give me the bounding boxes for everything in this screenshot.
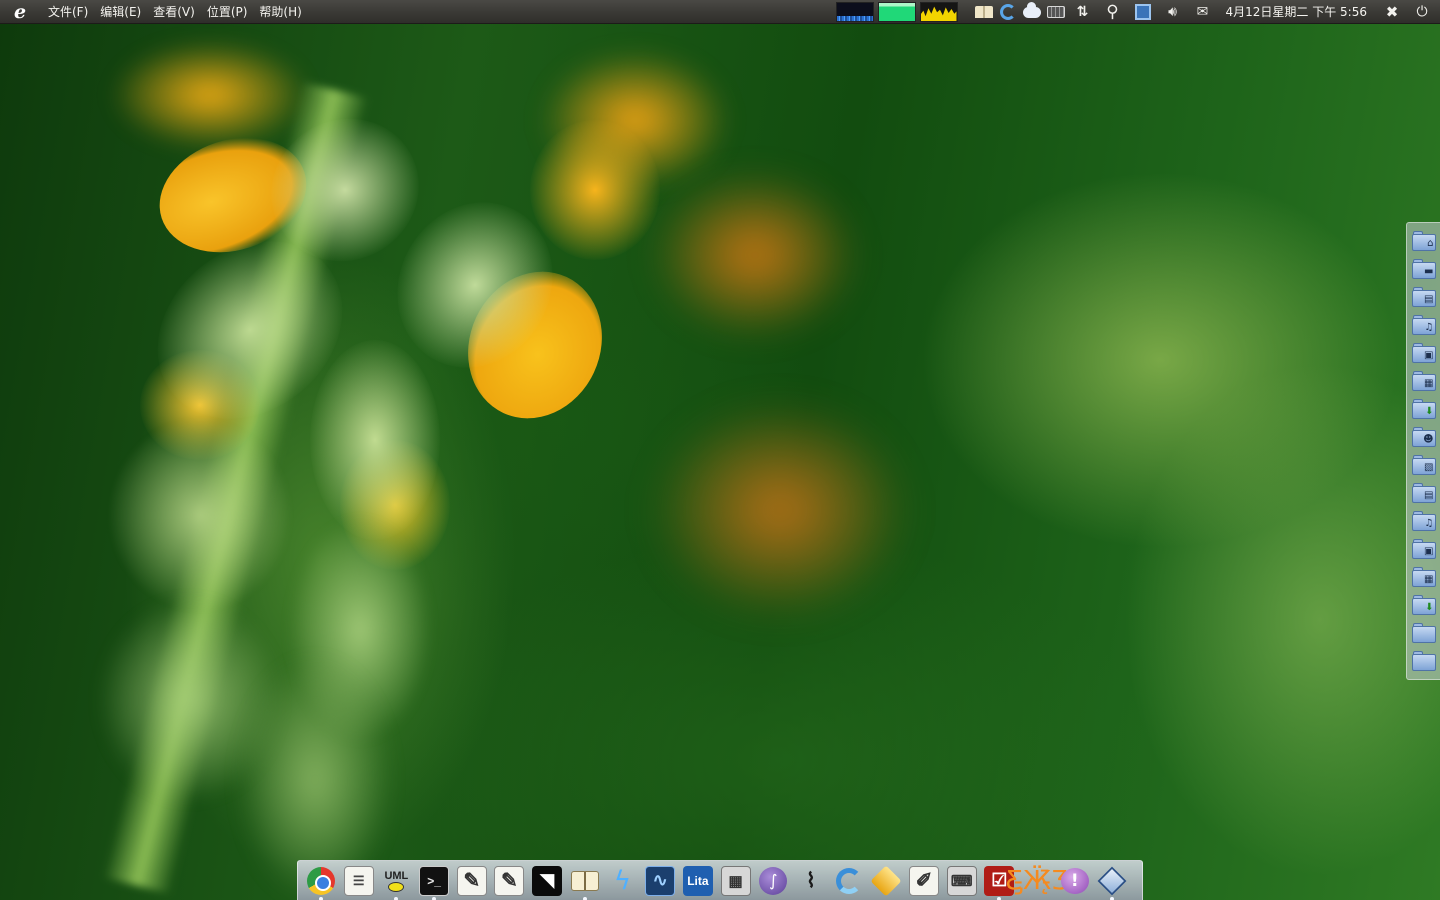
uml-label: UML (384, 869, 409, 882)
network-graph-icon[interactable] (919, 2, 958, 22)
keyboard-icon[interactable] (1045, 0, 1067, 24)
gold-app-icon[interactable] (869, 864, 903, 898)
flower-bud (650, 170, 860, 340)
cloud-icon[interactable] (1021, 0, 1043, 24)
folder-icon[interactable] (1411, 651, 1436, 671)
menu-edit[interactable]: 编辑(E) (94, 0, 147, 24)
running-indicator (432, 896, 437, 900)
oscilloscope-icon[interactable]: ∿ (643, 864, 677, 898)
downloads-folder-icon[interactable]: ⬇ (1411, 595, 1436, 615)
session-icon[interactable]: ✖ (1378, 0, 1406, 24)
chat-icon[interactable]: ! (1058, 864, 1092, 898)
dictionary-icon[interactable] (568, 864, 602, 900)
menu-help[interactable]: 帮助(H) (253, 0, 307, 24)
videos-folder-icon[interactable]: ▦ (1411, 371, 1436, 391)
plotter-icon[interactable]: ⌇ (794, 864, 828, 898)
network-arrows-icon[interactable]: ⇅ (1069, 0, 1097, 24)
butterfly-icon[interactable]: Ƹ̵̡Ӝ̵̨̄Ʒ (1006, 864, 1069, 898)
menu-file[interactable]: 文件(F) (42, 0, 94, 24)
flower-bud-body (310, 340, 440, 540)
memory-graph-icon[interactable] (877, 2, 916, 22)
terminal-icon[interactable]: >_ (417, 864, 451, 900)
flower-bud (110, 40, 310, 150)
running-indicator (394, 896, 399, 900)
network-tool-icon[interactable]: ⌨ (945, 864, 979, 898)
menu-view[interactable]: 查看(V) (147, 0, 201, 24)
running-indicator (582, 896, 587, 900)
pictures-folder-icon[interactable]: ▣ (1411, 539, 1436, 559)
vm-icon[interactable] (1129, 0, 1157, 24)
document-editor-icon[interactable]: ✐ (907, 864, 941, 898)
app-menu-logo-icon[interactable]: e (8, 0, 32, 24)
virtualbox-icon[interactable] (1095, 864, 1129, 900)
home-folder-icon[interactable]: ⌂ (1411, 231, 1436, 251)
flower-bud-body (110, 420, 290, 610)
places-shelf: ⌂ ▬ ▤ ♫ ▣ ▦ ⬇ ☻ ▧ ▤ ♫ ▣ ▦ ⬇ (1406, 222, 1440, 680)
chrome-icon[interactable] (304, 864, 338, 900)
flower-bud (530, 120, 660, 260)
inkscape-icon[interactable]: ◥ (530, 864, 564, 898)
power-icon[interactable]: ⏻ (1408, 0, 1436, 24)
lita-icon[interactable]: Lita (681, 864, 715, 898)
pictures-folder-icon[interactable]: ▣ (1411, 343, 1436, 363)
text-editor-2-icon[interactable]: ✎ (492, 864, 526, 898)
dock: ☰ UML >_ ✎ ✎ ◥ ϟ ∿ Lita ▦ ∫ ⌇ ✐ ⌨ ☑ Ƹ̵̡Ӝ… (297, 860, 1143, 900)
running-indicator (1110, 896, 1115, 900)
accessibility-icon[interactable]: ⚲ (1099, 0, 1127, 24)
videos-folder-icon[interactable]: ▦ (1411, 567, 1436, 587)
running-indicator (997, 896, 1002, 900)
top-panel: e 文件(F) 编辑(E) 查看(V) 位置(P) 帮助(H) ⇅ ⚲ 🔊︎ ✉… (0, 0, 1440, 24)
menu-places[interactable]: 位置(P) (201, 0, 254, 24)
volume-icon[interactable]: 🔊︎ (1159, 0, 1187, 24)
desktop-wallpaper (0, 0, 1440, 900)
templates-folder-icon[interactable]: ▧ (1411, 455, 1436, 475)
swirl-app-icon[interactable] (832, 864, 866, 898)
system-tray: ⇅ ⚲ 🔊︎ ✉ 4月12日星期二 下午 5:56 ✖ ⏻ (835, 0, 1440, 24)
flower-bud (650, 400, 910, 620)
swirl-icon[interactable] (997, 0, 1019, 24)
cpu-graph-icon[interactable] (835, 2, 874, 22)
uml-editor-icon[interactable]: UML (379, 864, 413, 900)
bolt-app-icon[interactable]: ϟ (606, 864, 640, 898)
clock[interactable]: 4月12日星期二 下午 5:56 (1218, 0, 1377, 24)
orb-app-icon[interactable]: ∫ (756, 864, 790, 898)
mail-icon[interactable]: ✉ (1189, 0, 1217, 24)
documents-folder-icon[interactable]: ▤ (1411, 287, 1436, 307)
dictionary-icon[interactable] (973, 0, 995, 24)
text-editor-icon[interactable]: ✎ (455, 864, 489, 898)
documents-folder-icon[interactable]: ▤ (1411, 483, 1436, 503)
music-folder-icon[interactable]: ♫ (1411, 511, 1436, 531)
folder-icon[interactable] (1411, 623, 1436, 643)
notes-icon[interactable]: ☰ (342, 864, 376, 898)
public-folder-icon[interactable]: ☻ (1411, 427, 1436, 447)
calculator-icon[interactable]: ▦ (719, 864, 753, 898)
running-indicator (319, 896, 323, 900)
music-folder-icon[interactable]: ♫ (1411, 315, 1436, 335)
downloads-folder-icon[interactable]: ⬇ (1411, 399, 1436, 419)
desktop-folder-icon[interactable]: ▬ (1411, 259, 1436, 279)
